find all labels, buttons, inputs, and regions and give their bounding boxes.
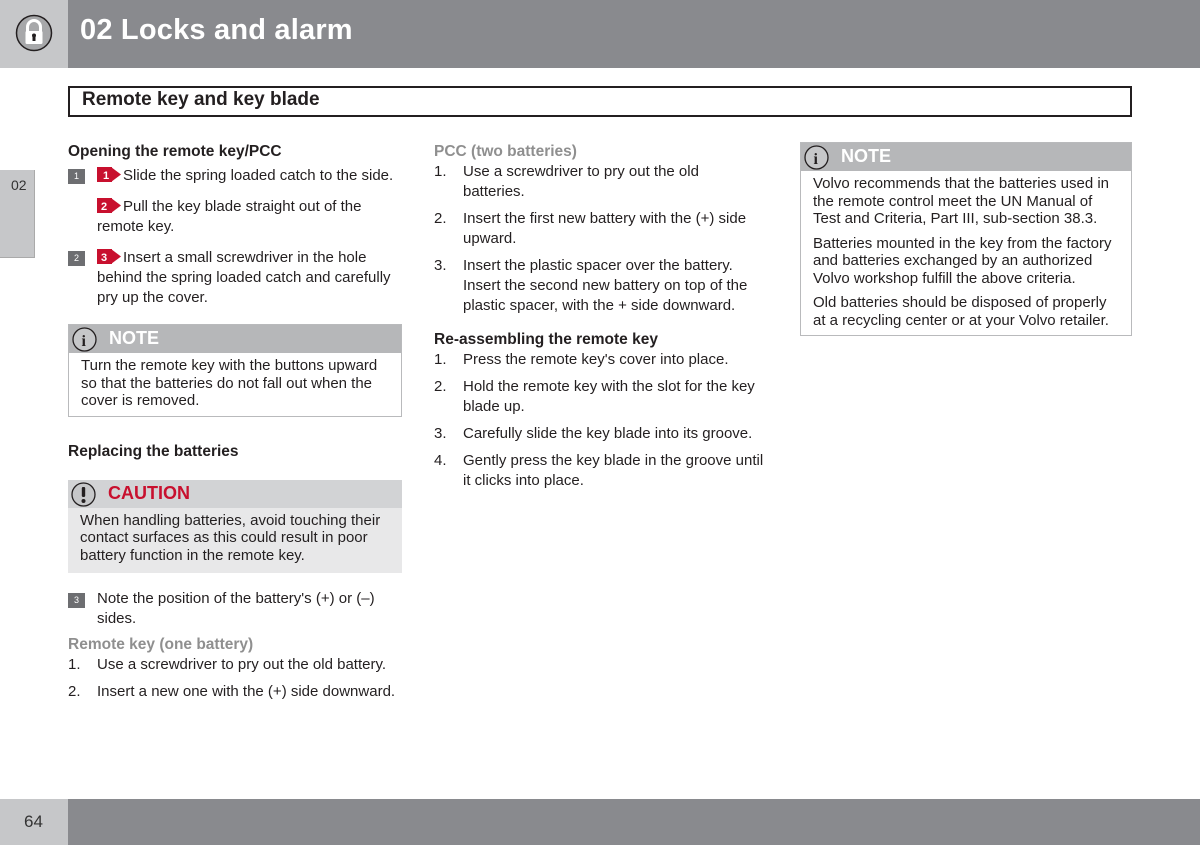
section-title: Remote key and key blade: [82, 89, 320, 110]
list-item: 3. Carefully slide the key blade into its…: [434, 425, 753, 442]
step-2: 2 3 Insert a small screwdriver in the hol…: [68, 248, 402, 308]
list-item: 2. Insert the first new battery with the …: [434, 210, 747, 247]
step-3: 3 Note the position of the battery's (+)…: [68, 589, 402, 629]
side-tab-label: 02: [11, 177, 27, 193]
note-body: Volvo recommends that the batteries used…: [801, 171, 1131, 335]
note-header: i NOTE: [69, 325, 401, 353]
step-1: 1 1 Slide the spring loaded catch to the …: [68, 166, 402, 237]
reassembly-steps: 1. Press the remote key's cover into plac…: [434, 350, 764, 491]
exclamation-icon: [71, 481, 96, 507]
heading-pcc: PCC (two batteries): [434, 143, 577, 160]
page-number: 64: [24, 812, 43, 831]
chapter-title: 02 Locks and alarm: [80, 14, 353, 46]
column-2: PCC (two batteries) 1. Use a screwdriver …: [434, 142, 764, 498]
page-number-area: 64: [0, 799, 68, 845]
step-paragraph: Note the position of the battery's (+) o…: [97, 590, 375, 627]
column-3: i NOTE Volvo recommends that the batteri…: [800, 142, 1132, 336]
svg-text:i: i: [814, 151, 819, 168]
caution-box: CAUTION When handling batteries, avoid t…: [68, 479, 402, 573]
svg-text:3: 3: [101, 252, 107, 264]
info-icon: i: [804, 145, 829, 170]
step-badge: 1: [68, 169, 85, 184]
note-body: Turn the remote key with the buttons upw…: [81, 357, 378, 409]
step-badge: 3: [68, 593, 85, 608]
step-badge: 2: [68, 251, 85, 266]
list-item: 2. Insert a new one with the (+) side dow…: [68, 683, 396, 700]
note-box: i NOTE Volvo recommends that the batteri…: [800, 142, 1132, 336]
lock-icon: [15, 14, 53, 52]
list-item: 4. Gently press the key blade in the groo…: [434, 452, 764, 489]
red-arrow-2-icon: 2: [97, 198, 121, 213]
svg-text:i: i: [82, 333, 87, 350]
heading-reassembly: Re-assembling the remote key: [434, 331, 658, 348]
note-paragraph: Old batteries should be disposed of prop…: [813, 294, 1109, 329]
note-box: i NOTE Turn the remote key with the butt…: [68, 324, 402, 417]
pcc-steps: 1. Use a screwdriver to pry out the old b…: [434, 162, 764, 316]
caution-label: CAUTION: [108, 482, 190, 503]
note-paragraph: Batteries mounted in the key from the fa…: [813, 234, 1112, 287]
footer-bar: [68, 799, 1200, 845]
svg-text:2: 2: [101, 201, 107, 213]
heading-opening: Opening the remote key/PCC: [68, 143, 282, 160]
chapter-side-tab[interactable]: 02: [0, 170, 35, 258]
heading-remote-one-battery: Remote key (one battery): [68, 636, 254, 653]
list-item: 1. Use a screwdriver to pry out the old b…: [434, 163, 699, 200]
heading-replacing: Replacing the batteries: [68, 442, 239, 460]
note-header: i NOTE: [801, 143, 1131, 171]
caution-body: When handling batteries, avoid touching …: [68, 507, 402, 573]
remote-battery-steps: 1. Use a screwdriver to pry out the old b…: [68, 655, 402, 702]
note-label: NOTE: [841, 146, 892, 166]
list-item: 1. Press the remote key's cover into plac…: [434, 351, 729, 368]
note-paragraph: Volvo recommends that the batteries used…: [813, 175, 1110, 227]
red-arrow-3-icon: 3: [97, 249, 121, 264]
chapter-icon-area: [0, 0, 68, 68]
list-item: 1. Use a screwdriver to pry out the old b…: [68, 656, 387, 673]
step-paragraph: 2 Pull the key blade straight out of the …: [97, 198, 362, 235]
list-item: 3. Insert the plastic spacer over the bat…: [434, 257, 748, 314]
info-icon: i: [72, 327, 97, 352]
section-title-box: Remote key and key blade: [68, 86, 1132, 117]
step-paragraph: 1 Slide the spring loaded catch to the si…: [97, 166, 402, 186]
column-1: Opening the remote key/PCC 1 1 Slide the …: [68, 142, 402, 709]
svg-text:1: 1: [103, 170, 109, 182]
red-arrow-1-icon: 1: [97, 167, 121, 182]
list-item: 2. Hold the remote key with the slot for …: [434, 378, 755, 415]
step-paragraph: 3 Insert a small screwdriver in the hole …: [97, 249, 391, 306]
caution-header: CAUTION: [68, 479, 402, 508]
note-label: NOTE: [109, 328, 160, 348]
